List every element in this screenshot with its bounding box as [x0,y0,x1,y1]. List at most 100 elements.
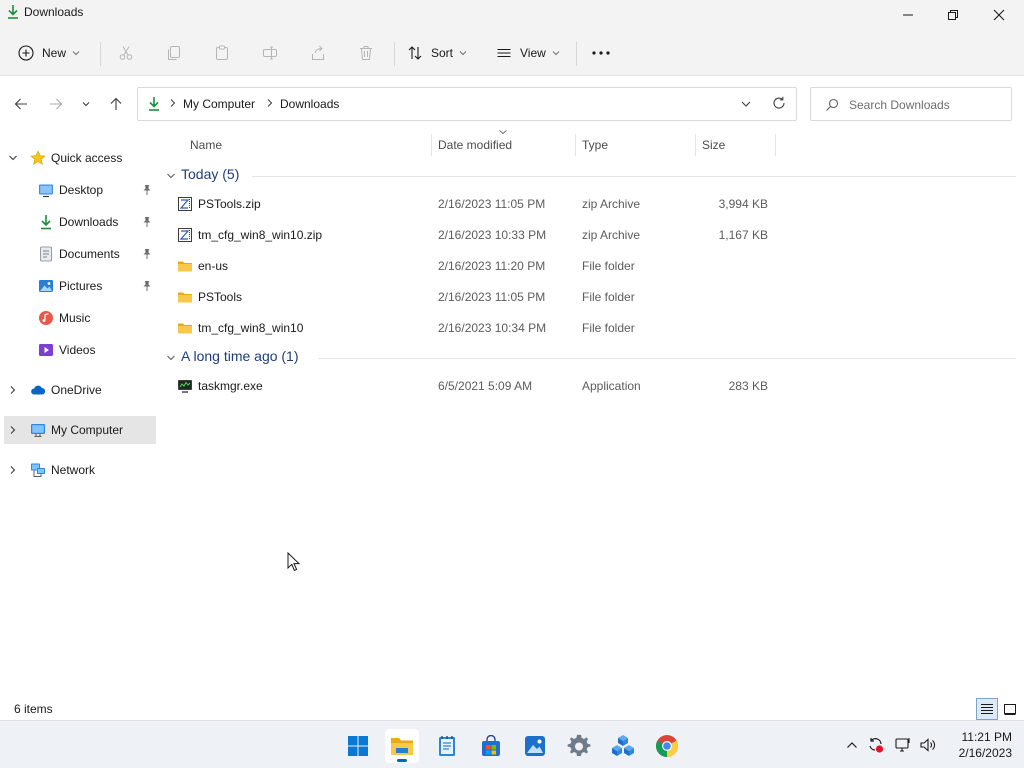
file-row[interactable]: en-us 2/16/2023 11:20 PM File folder [170,252,790,280]
file-date: 2/16/2023 10:34 PM [438,321,547,335]
nav-network[interactable]: Network [4,456,156,484]
file-name: en-us [198,259,229,273]
nav-my-computer[interactable]: My Computer [4,416,156,444]
group-header-today[interactable]: Today (5) [166,164,1016,188]
column-header-date[interactable]: Date modified [438,132,574,158]
zip-icon [178,228,192,242]
taskbar-file-explorer[interactable] [385,729,419,763]
share-button[interactable] [303,38,333,68]
close-button[interactable] [976,0,1022,30]
breadcrumb-downloads[interactable]: Downloads [280,97,339,111]
column-divider[interactable] [575,134,576,156]
item-count: 6 items [14,702,53,716]
chevron-right-icon [267,99,273,107]
chevron-right-icon[interactable] [8,385,18,395]
pin-icon[interactable] [142,216,152,228]
column-divider[interactable] [431,134,432,156]
minimize-button[interactable] [885,0,931,30]
start-button[interactable] [341,729,375,763]
mouse-cursor-icon [287,552,301,572]
chevron-down-icon[interactable] [166,171,176,181]
column-divider[interactable] [775,134,776,156]
nav-quick-access[interactable]: Quick access [4,144,156,172]
show-hidden-icons-button[interactable] [842,735,862,755]
taskbar-store[interactable] [474,729,508,763]
back-button[interactable] [11,94,31,114]
group-header-long-ago[interactable]: A long time ago (1) [166,346,1016,370]
nav-label: Music [59,311,91,325]
chevron-down-icon[interactable] [166,353,176,363]
pin-icon[interactable] [142,248,152,260]
toolbar-divider [100,42,101,66]
file-row[interactable]: PSTools.zip 2/16/2023 11:05 PM zip Archi… [170,190,790,218]
nav-music[interactable]: Music [4,304,156,332]
file-name: taskmgr.exe [198,379,263,393]
column-header-type[interactable]: Type [582,132,694,158]
desktop-icon [39,184,53,198]
pin-icon[interactable] [142,184,152,196]
chevron-right-icon[interactable] [8,465,18,475]
nav-documents[interactable]: Documents [4,240,156,268]
column-header-size[interactable]: Size [702,132,774,158]
delete-button[interactable] [351,38,381,68]
search-icon [826,98,839,111]
taskbar-photos[interactable] [518,729,552,763]
recent-locations-button[interactable] [76,94,96,114]
cut-button[interactable] [111,38,141,68]
pin-icon[interactable] [142,280,152,292]
taskbar-settings[interactable] [562,729,596,763]
file-date: 2/16/2023 11:05 PM [438,197,546,211]
star-icon [30,150,46,165]
folder-icon [391,738,413,755]
up-button[interactable] [106,94,126,114]
taskbar-chrome[interactable] [650,729,684,763]
tray-sync-status[interactable] [866,735,886,755]
rename-button[interactable] [255,38,285,68]
plus-circle-icon [18,45,34,61]
file-row[interactable]: tm_cfg_win8_win10.zip 2/16/2023 10:33 PM… [170,221,790,249]
chevron-down-icon[interactable] [8,153,18,163]
sort-label: Sort [431,46,454,60]
nav-downloads[interactable]: Downloads [4,208,156,236]
sort-button[interactable]: Sort [407,38,467,68]
paste-button[interactable] [207,38,237,68]
taskbar-notepad[interactable] [430,729,464,763]
nav-pictures[interactable]: Pictures [4,272,156,300]
navigation-pane: Quick access Desktop Downloads Documents… [0,132,160,692]
more-options-button[interactable] [586,38,616,68]
large-icons-view-button[interactable] [999,698,1021,720]
new-button[interactable]: New [18,38,80,68]
chevron-down-icon[interactable] [740,98,752,110]
file-date: 2/16/2023 11:05 PM [438,290,546,304]
taskbar-clock[interactable]: 11:21 PM 2/16/2023 [946,729,1012,761]
details-view-button[interactable] [976,698,998,720]
file-row[interactable]: tm_cfg_win8_win10 2/16/2023 10:34 PM Fil… [170,314,790,342]
tray-network[interactable] [893,735,913,755]
view-button[interactable]: View [496,38,560,68]
nav-videos[interactable]: Videos [4,336,156,364]
refresh-icon[interactable] [772,96,786,110]
chevron-right-icon[interactable] [8,425,18,435]
taskbar-network-app[interactable] [606,729,640,763]
search-input[interactable] [849,96,1005,114]
view-lines-icon [497,48,511,58]
column-header-name[interactable]: Name [190,132,430,158]
window-title: Downloads [24,5,84,19]
search-box[interactable] [810,87,1012,121]
file-row[interactable]: taskmgr.exe 6/5/2021 5:09 AM Application… [170,372,790,400]
chevron-down-icon [552,51,560,56]
breadcrumb-my-computer[interactable]: My Computer [183,97,255,111]
tray-volume[interactable] [918,735,938,755]
address-bar[interactable]: My Computer Downloads [137,87,797,121]
sort-icon [408,46,422,60]
nav-label: Documents [59,247,120,261]
nav-onedrive[interactable]: OneDrive [4,376,156,404]
copy-button[interactable] [159,38,189,68]
nav-desktop[interactable]: Desktop [4,176,156,204]
forward-button[interactable] [46,94,66,114]
restore-button[interactable] [930,0,976,30]
downloads-icon [8,5,18,19]
group-label: A long time ago (1) [181,348,299,364]
file-row[interactable]: PSTools 2/16/2023 11:05 PM File folder [170,283,790,311]
column-divider[interactable] [695,134,696,156]
